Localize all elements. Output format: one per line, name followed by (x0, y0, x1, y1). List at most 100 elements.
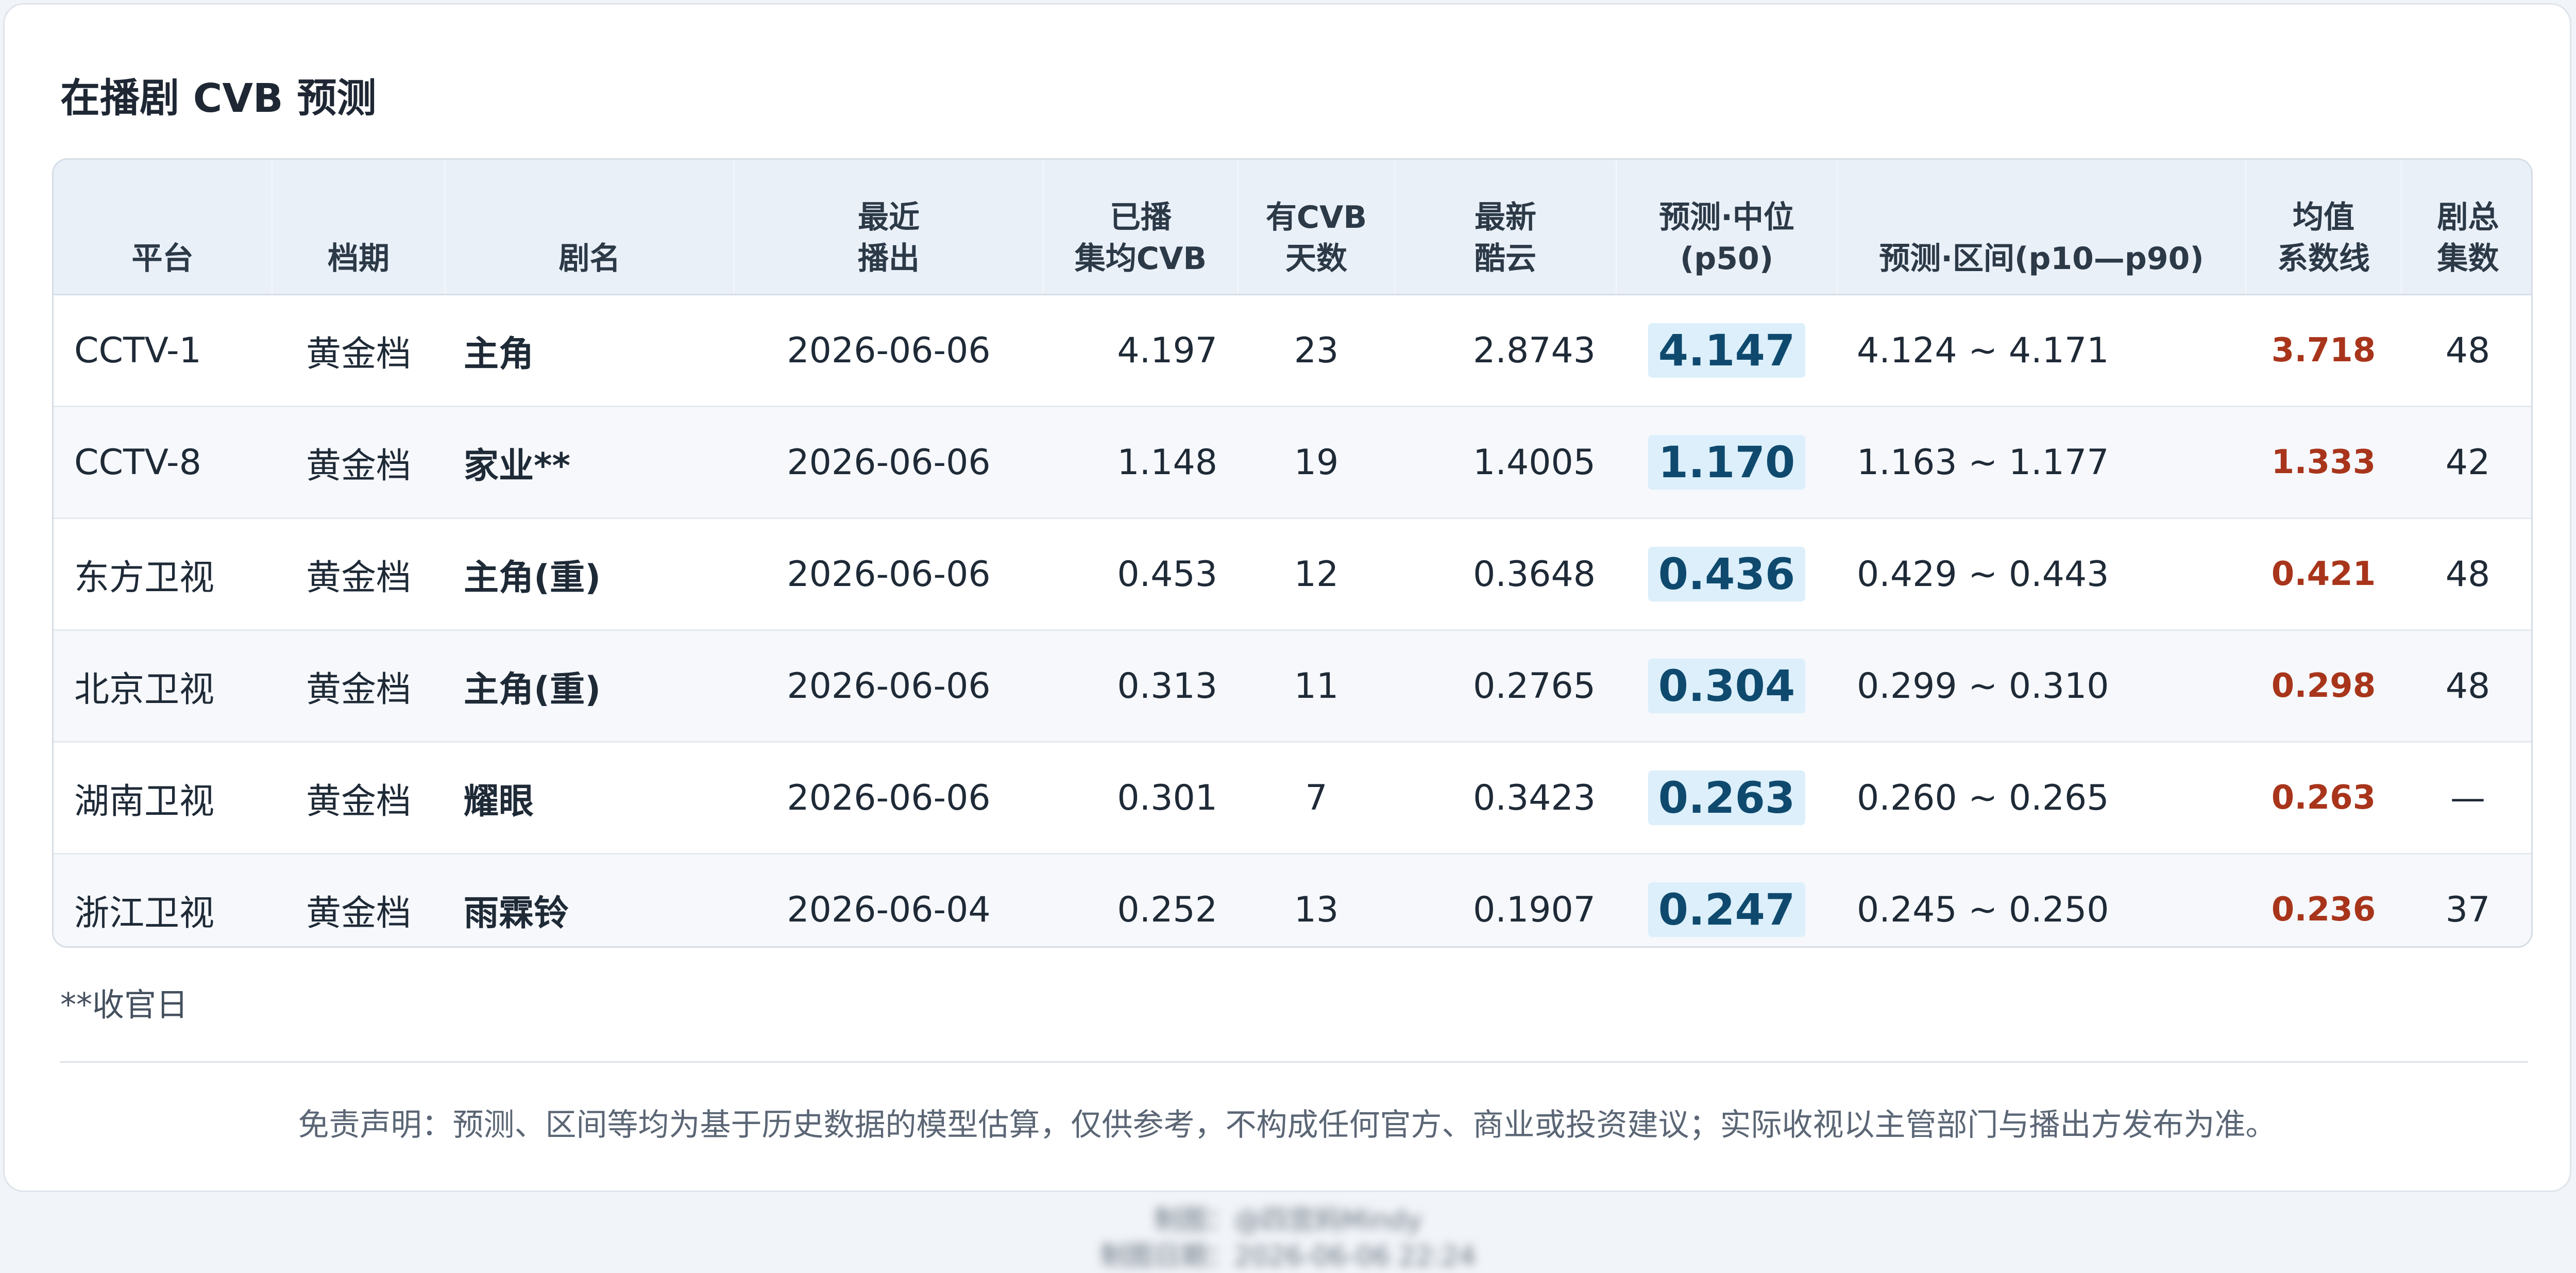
cell-slot: 黄金档 (272, 742, 445, 855)
cell-p50: 1.170 (1616, 406, 1837, 519)
p50-value: 4.147 (1648, 323, 1806, 378)
cell-kuyun: 0.2765 (1395, 630, 1616, 743)
cell-platform: 浙江卫视 (54, 853, 272, 946)
cell-platform: CCTV-1 (54, 294, 272, 407)
header-line: (p50) (1680, 241, 1774, 277)
p50-value: 0.436 (1648, 547, 1806, 601)
header-line: 酷云 (1475, 241, 1536, 277)
cell-recent-air: 2026-06-06 (734, 630, 1043, 743)
cell-total-eps: — (2401, 742, 2531, 855)
cell-kuyun: 0.3423 (1395, 742, 1616, 855)
cell-range: 1.163 ~ 1.177 (1837, 406, 2246, 519)
table-row: CCTV-8 黄金档 家业** 2026-06-06 1.148 19 1.40… (54, 406, 2531, 519)
cell-slot: 黄金档 (272, 294, 445, 407)
header-line: 剧名 (558, 241, 621, 277)
cell-cvb-days: 12 (1238, 518, 1395, 631)
header-slot[interactable]: 档期 (272, 160, 446, 295)
header-aired-avg[interactable]: 已播 集均CVB (1043, 160, 1239, 295)
cell-recent-air: 2026-06-06 (734, 742, 1043, 855)
header-mean-coef[interactable]: 均值 系数线 (2246, 160, 2402, 295)
cell-range: 4.124 ~ 4.171 (1837, 294, 2246, 407)
page-title: 在播剧 CVB 预测 (60, 76, 377, 122)
cell-recent-air: 2026-06-06 (734, 406, 1043, 519)
header-range[interactable]: 预测·区间(p10—p90) (1837, 160, 2246, 295)
cell-total-eps: 42 (2401, 406, 2531, 519)
cell-cvb-days: 23 (1238, 294, 1395, 407)
cell-drama: 主角(重) (445, 630, 734, 743)
card: 在播剧 CVB 预测 平台 档期 剧名 最近 播出 已播 集均CVB 有CVB … (3, 3, 2571, 1192)
cell-slot: 黄金档 (272, 630, 445, 743)
p50-value: 0.247 (1648, 882, 1806, 937)
cell-total-eps: 37 (2401, 853, 2531, 946)
cell-range: 0.260 ~ 0.265 (1837, 742, 2246, 855)
prediction-table-wrapper: 平台 档期 剧名 最近 播出 已播 集均CVB 有CVB 天数 最新 酷云 预测… (52, 158, 2533, 948)
cell-mean-coef: 0.298 (2246, 630, 2401, 743)
header-line: 最新 (1475, 199, 1536, 236)
cell-drama: 家业** (445, 406, 734, 519)
header-line: 预测·中位 (1659, 199, 1794, 236)
cell-slot: 黄金档 (272, 853, 445, 946)
header-line: 均值 (2293, 199, 2354, 236)
cell-total-eps: 48 (2401, 518, 2531, 631)
cell-kuyun: 1.4005 (1395, 406, 1616, 519)
cell-drama: 耀眼 (445, 742, 734, 855)
cell-mean-coef: 0.236 (2246, 853, 2401, 946)
cell-p50: 0.247 (1616, 853, 1837, 946)
p50-value: 0.263 (1648, 770, 1806, 825)
header-p50[interactable]: 预测·中位 (p50) (1616, 160, 1838, 295)
header-line: 播出 (858, 241, 920, 277)
table-row: 湖南卫视 黄金档 耀眼 2026-06-06 0.301 7 0.3423 0.… (54, 742, 2531, 855)
cell-cvb-days: 19 (1238, 406, 1395, 519)
header-line: 剧总 (2437, 199, 2499, 236)
cell-aired-avg: 0.453 (1043, 518, 1238, 631)
header-line: 最近 (858, 199, 920, 236)
p50-value: 0.304 (1648, 659, 1806, 713)
cell-platform: 湖南卫视 (54, 742, 272, 855)
cell-slot: 黄金档 (272, 406, 445, 519)
header-drama[interactable]: 剧名 (445, 160, 735, 295)
cell-recent-air: 2026-06-06 (734, 294, 1043, 407)
cell-mean-coef: 1.333 (2246, 406, 2401, 519)
header-line: 平台 (131, 241, 194, 277)
cell-recent-air: 2026-06-04 (734, 853, 1043, 946)
header-line: 天数 (1285, 241, 1347, 277)
cell-mean-coef: 0.421 (2246, 518, 2401, 631)
cell-kuyun: 2.8743 (1395, 294, 1616, 407)
cell-mean-coef: 0.263 (2246, 742, 2401, 855)
cell-total-eps: 48 (2401, 630, 2531, 743)
header-platform[interactable]: 平台 (54, 160, 273, 295)
cell-p50: 0.263 (1616, 742, 1837, 855)
divider (60, 1061, 2528, 1063)
credit-date: 制图日期：2026-06-06 22:24 (1100, 1241, 1476, 1272)
table-row: 北京卫视 黄金档 主角(重) 2026-06-06 0.313 11 0.276… (54, 630, 2531, 743)
cell-drama: 主角(重) (445, 518, 734, 631)
cell-platform: 北京卫视 (54, 630, 272, 743)
cell-aired-avg: 0.313 (1043, 630, 1238, 743)
cell-cvb-days: 7 (1238, 742, 1395, 855)
cell-aired-avg: 4.197 (1043, 294, 1238, 407)
credit-author: 制图：@四宫妈Mindy (1154, 1205, 1422, 1236)
header-total-eps[interactable]: 剧总 集数 (2401, 160, 2531, 295)
cell-range: 0.429 ~ 0.443 (1837, 518, 2246, 631)
header-cvb-days[interactable]: 有CVB 天数 (1238, 160, 1395, 295)
header-recent-air[interactable]: 最近 播出 (734, 160, 1044, 295)
cell-cvb-days: 11 (1238, 630, 1395, 743)
cell-platform: CCTV-8 (54, 406, 272, 519)
table-header-row: 平台 档期 剧名 最近 播出 已播 集均CVB 有CVB 天数 最新 酷云 预测… (54, 160, 2531, 295)
header-line: 集数 (2437, 241, 2499, 277)
cell-aired-avg: 0.301 (1043, 742, 1238, 855)
header-line: 有CVB (1265, 199, 1367, 236)
header-kuyun[interactable]: 最新 酷云 (1395, 160, 1617, 295)
table-row: CCTV-1 黄金档 主角 2026-06-06 4.197 23 2.8743… (54, 294, 2531, 407)
cell-kuyun: 0.1907 (1395, 853, 1616, 946)
cell-p50: 0.304 (1616, 630, 1837, 743)
header-line: 档期 (328, 241, 389, 277)
footnote: **收官日 (60, 986, 189, 1024)
cell-platform: 东方卫视 (54, 518, 272, 631)
disclaimer: 免责声明：预测、区间等均为基于历史数据的模型估算，仅供参考，不构成任何官方、商业… (298, 1107, 2277, 1143)
header-line: 预测·区间(p10—p90) (1879, 241, 2204, 277)
cell-aired-avg: 1.148 (1043, 406, 1238, 519)
table-row: 浙江卫视 黄金档 雨霖铃 2026-06-04 0.252 13 0.1907 … (54, 853, 2531, 946)
cell-slot: 黄金档 (272, 518, 445, 631)
cell-range: 0.299 ~ 0.310 (1837, 630, 2246, 743)
